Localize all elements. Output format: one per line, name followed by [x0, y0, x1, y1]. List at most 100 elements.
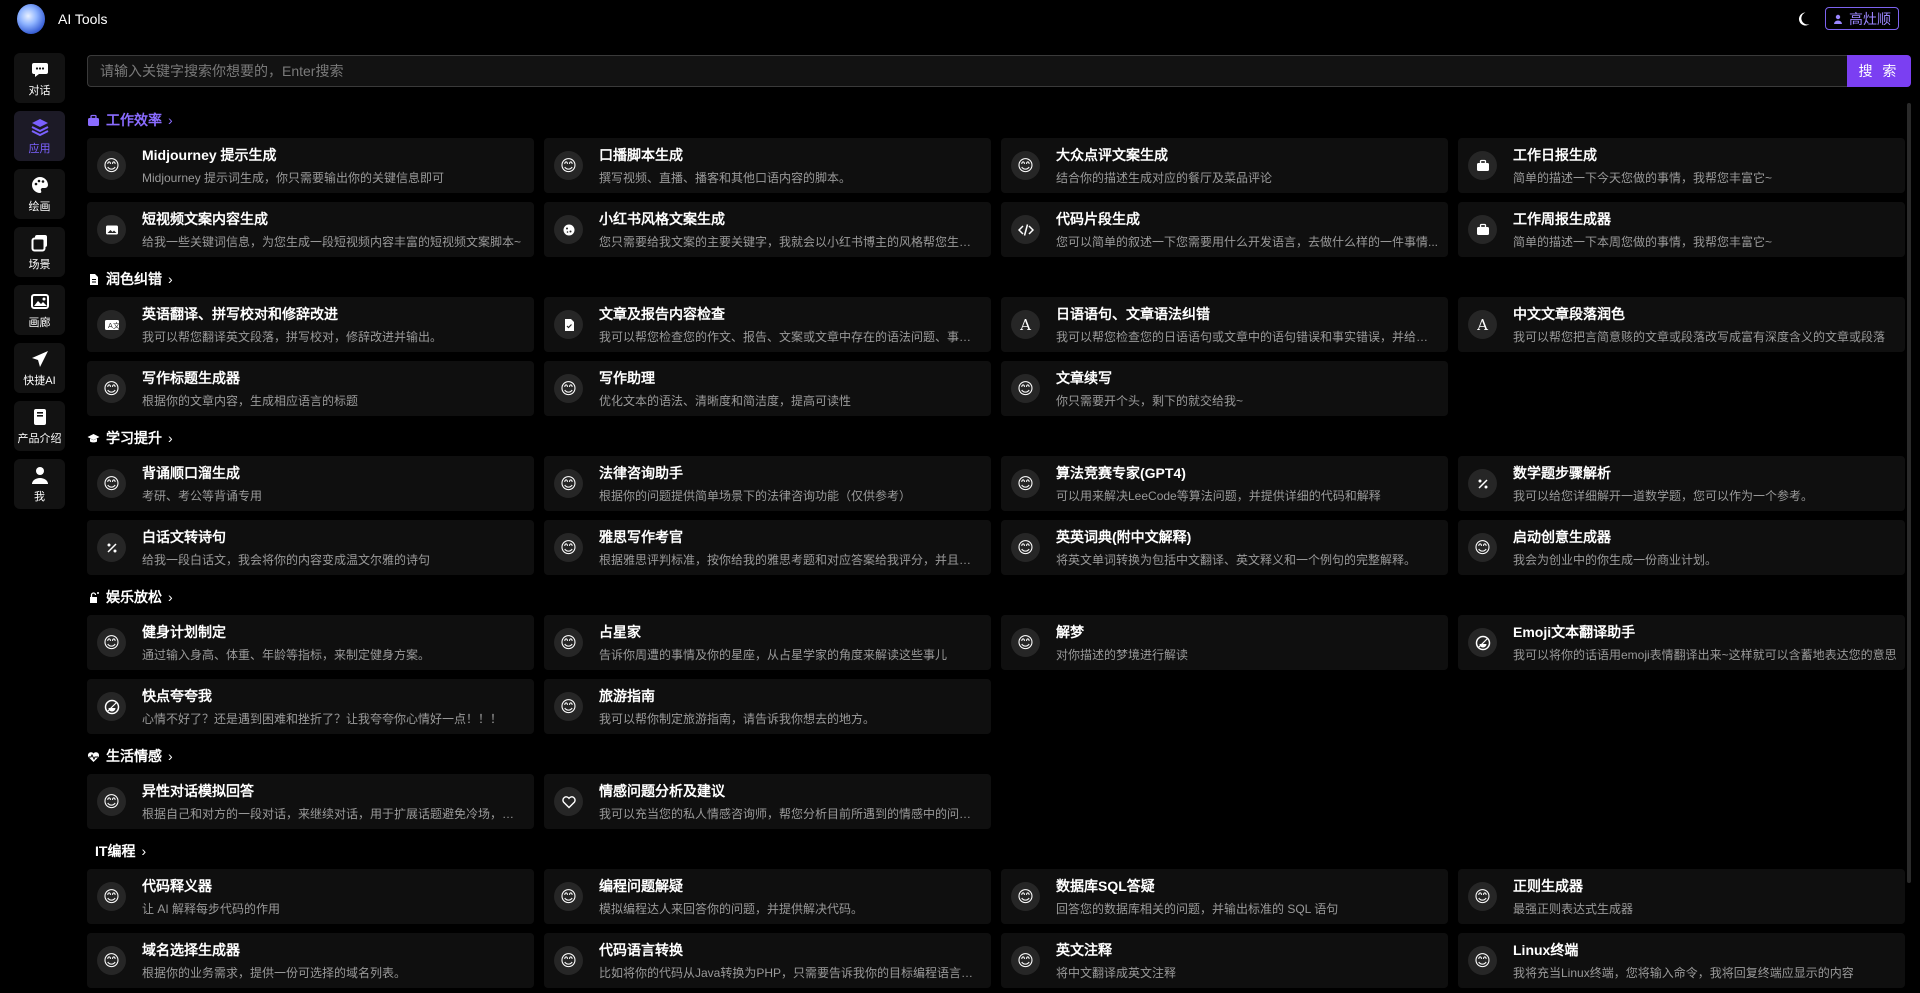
app-card[interactable]: 😊 代码释义器让 AI 解释每步代码的作用: [87, 869, 534, 924]
app-card[interactable]: 😊 大众点评文案生成 结合你的描述生成对应的餐厅及菜品评论: [1001, 138, 1448, 193]
card-description: 给我一些关键词信息，为您生成一段短视频内容丰富的短视频文案脚本~: [142, 235, 522, 249]
section-header[interactable]: 娱乐放松 ›: [87, 582, 1909, 612]
sidebar-item-6[interactable]: 产品介绍: [14, 401, 65, 451]
smile-icon: 😊: [554, 374, 583, 403]
card-title: 口播脚本生成: [599, 147, 683, 163]
app-card[interactable]: 😊 雅思写作考官 根据雅思评判标准，按你给我的雅思考题和对应答案给我评分，并且按照雅…: [544, 520, 991, 575]
smile-icon: 😊: [97, 882, 126, 911]
card-title: 小红书风格文案生成: [599, 211, 725, 227]
card-description: 我可以帮您检查您的日语语句或文章中的语句错误和事实错误，并给您修改建议: [1056, 330, 1440, 344]
svg-text:文: 文: [113, 321, 120, 330]
app-card[interactable]: 小红书风格文案生成 您只需要给我文案的主要关键字，我就会以小红书博主的风格帮您生成…: [544, 202, 991, 257]
app-card[interactable]: 短视频文案内容生成 给我一些关键词信息，为您生成一段短视频内容丰富的短视频文案脚本…: [87, 202, 534, 257]
card-description: Midjourney 提示词生成，你只需要输出你的关键信息即可: [142, 171, 445, 185]
card-title: 情感问题分析及建议: [599, 783, 725, 799]
app-card[interactable]: 😊 异性对话模拟回答 根据自己和对方的一段对话，来继续对话，用于扩展话题避免冷场，该…: [87, 774, 534, 829]
sidebar-item-label: 场景: [28, 258, 51, 271]
app-card[interactable]: A 日语语句、文章语法纠错 我可以帮您检查您的日语语句或文章中的语句错误和事实错误，…: [1001, 297, 1448, 352]
app-card[interactable]: 😊 写作标题生成器 根据你的文章内容，生成相应语言的标题: [87, 361, 534, 416]
app-card[interactable]: 😊 文章续写 你只需要开个头，剩下的就交给我~: [1001, 361, 1448, 416]
scrollbar[interactable]: [1907, 103, 1911, 883]
chevron-right-icon: ›: [141, 843, 147, 859]
app-logo[interactable]: [17, 4, 45, 34]
card-title: 背诵顺口溜生成: [142, 465, 240, 481]
app-card[interactable]: A 中文文章段落润色 我可以帮您把言简意赅的文章或段落改写成富有深度含义的文章或段落: [1458, 297, 1905, 352]
app-card[interactable]: 😊 英文注释 将中文翻译成英文注释: [1001, 933, 1448, 988]
sidebar-item-3[interactable]: 场景: [14, 227, 65, 277]
app-card[interactable]: A 文英语翻译、拼写校对和修辞改进 我可以帮您翻译英文段落，拼写校对，修辞改进并输出…: [87, 297, 534, 352]
app-card[interactable]: 😊 数据库SQL答疑 回答您的数据库相关的问题，并输出标准的 SQL 语句: [1001, 869, 1448, 924]
card-description: 我会为创业中的你生成一份商业计划。: [1513, 553, 1718, 567]
sidebar-item-label: 快捷AI: [23, 374, 56, 387]
app-card[interactable]: 数学题步骤解析 我可以给您详细解开一道数学题，您可以作为一个参考。: [1458, 456, 1905, 511]
chevron-right-icon: ›: [168, 430, 173, 446]
send-icon: [31, 350, 48, 367]
app-card[interactable]: 工作周报生成器 简单的描述一下本周您做的事情，我帮您丰富它~: [1458, 202, 1905, 257]
app-card[interactable]: 😊 占星家 告诉你周遭的事情及你的星座，从占星学家的角度来解读这些事儿: [544, 615, 991, 670]
moon-icon[interactable]: [1795, 11, 1811, 27]
card-title: 编程问题解疑: [599, 878, 683, 894]
sidebar-item-4[interactable]: 画廊: [14, 285, 65, 335]
app-card[interactable]: 😊 Linux终端 我将充当Linux终端，您将输入命令，我将回复终端应显示的内容: [1458, 933, 1905, 988]
smile-icon: 😊: [1011, 628, 1040, 657]
app-card[interactable]: 代码片段生成 您可以简单的叙述一下您需要用什么开发语言，去做什么样的一件事情...: [1001, 202, 1448, 257]
chevron-right-icon: ›: [168, 589, 173, 605]
sidebar-item-5[interactable]: 快捷AI: [14, 343, 65, 393]
chevron-right-icon: ›: [168, 748, 173, 764]
heart-pulse-icon: [87, 751, 100, 762]
section-header[interactable]: 工作效率 ›: [87, 105, 1909, 135]
app-card[interactable]: 😊 启动创意生成器 我会为创业中的你生成一份商业计划。: [1458, 520, 1905, 575]
smile-icon: 😊: [554, 151, 583, 180]
app-title: AI Tools: [58, 11, 108, 27]
app-card[interactable]: 😊 解梦 对你描述的梦境进行解读: [1001, 615, 1448, 670]
search-button[interactable]: 搜 索: [1847, 55, 1911, 87]
user-button[interactable]: 高灶顺: [1825, 7, 1899, 30]
fun-icon: [90, 591, 99, 603]
palette-icon: [31, 176, 48, 193]
smile-icon: 😊: [554, 628, 583, 657]
app-card[interactable]: 😊 英英词典(附中文解释) 将英文单词转换为包括中文翻译、英文释义和一个例句的完整解…: [1001, 520, 1448, 575]
graduation-icon: [87, 433, 100, 442]
sidebar-item-2[interactable]: 绘画: [14, 169, 65, 219]
smile-icon: 😊: [97, 469, 126, 498]
app-card[interactable]: 工作日报生成 简单的描述一下今天您做的事情，我帮您丰富它~: [1458, 138, 1905, 193]
app-card[interactable]: 😊 正则生成器 最强正则表达式生成器: [1458, 869, 1905, 924]
card-title: 工作日报生成: [1513, 147, 1597, 163]
app-card[interactable]: 😊 算法竞赛专家(GPT4) 可以用来解决LeeCode等算法问题，并提供详细的代码…: [1001, 456, 1448, 511]
search-input[interactable]: [87, 55, 1847, 87]
app-card[interactable]: 😊 背诵顺口溜生成考研、考公等背诵专用: [87, 456, 534, 511]
percent-icon: [1468, 469, 1497, 498]
card-description: 考研、考公等背诵专用: [142, 489, 263, 503]
app-card[interactable]: 😊 Midjourney 提示生成 Midjourney 提示词生成，你只需要输出你…: [87, 138, 534, 193]
happy-icon: [1468, 628, 1497, 657]
section-header[interactable]: 学习提升 ›: [87, 423, 1909, 453]
card-grid: 😊 代码释义器让 AI 解释每步代码的作用 😊 编程问题解疑 模拟编程达人来回答你的问题…: [87, 869, 1909, 988]
app-card[interactable]: 😊 口播脚本生成 撰写视频、直播、播客和其他口语内容的脚本。: [544, 138, 991, 193]
app-card[interactable]: 快点夸夸我 心情不好了？还是遇到困难和挫折了？让我夸夸你心情好一点！！！: [87, 679, 534, 734]
card-title: 白话文转诗句: [142, 529, 226, 545]
app-card[interactable]: Emoji文本翻译助手 我可以将你的话语用emoji表情翻译出来~这样就可以含蓄地…: [1458, 615, 1905, 670]
card-description: 根据你的文章内容，生成相应语言的标题: [142, 394, 359, 408]
sidebar-item-1[interactable]: 应用: [14, 111, 65, 161]
card-title: 日语语句、文章语法纠错: [1056, 306, 1210, 322]
app-card[interactable]: 😊 域名选择生成器 根据你的业务需求，提供一份可选择的域名列表。: [87, 933, 534, 988]
code-icon: [1011, 215, 1040, 244]
app-card[interactable]: 文章及报告内容检查 我可以帮您检查您的作文、报告、文案或文章中存在的语法问题、事实…: [544, 297, 991, 352]
section-header[interactable]: 润色纠错 ›: [87, 264, 1909, 294]
app-card[interactable]: 😊 编程问题解疑 模拟编程达人来回答你的问题，并提供解决代码。: [544, 869, 991, 924]
sidebar-item-0[interactable]: 对话: [14, 53, 65, 103]
briefcase-icon: [1468, 151, 1497, 180]
app-card[interactable]: 情感问题分析及建议 我可以充当您的私人情感咨询师，帮您分析目前所遇到的情感中的问题…: [544, 774, 991, 829]
app-card[interactable]: 白话文转诗句 给我一段白话文，我会将你的内容变成温文尔雅的诗句: [87, 520, 534, 575]
section-header[interactable]: 生活情感 ›: [87, 741, 1909, 771]
app-card[interactable]: 😊 代码语言转换 比如将你的代码从Java转换为PHP，只需要告诉我你的目标编程语言…: [544, 933, 991, 988]
app-card[interactable]: 😊 旅游指南 我可以帮你制定旅游指南，请告诉我你想去的地方。: [544, 679, 991, 734]
card-title: 英英词典(附中文解释): [1056, 529, 1192, 545]
app-card[interactable]: 😊 健身计划制定 通过输入身高、体重、年龄等指标，来制定健身方案。: [87, 615, 534, 670]
smile-icon: 😊: [97, 787, 126, 816]
section-header[interactable]: IT编程 ›: [87, 836, 1909, 866]
app-card[interactable]: 😊 写作助理 优化文本的语法、清晰度和简洁度，提高可读性: [544, 361, 991, 416]
sidebar-item-7[interactable]: 我: [14, 459, 65, 509]
smile-icon: 😊: [554, 882, 583, 911]
app-card[interactable]: 😊 法律咨询助手 根据你的问题提供简单场景下的法律咨询功能（仅供参考）: [544, 456, 991, 511]
